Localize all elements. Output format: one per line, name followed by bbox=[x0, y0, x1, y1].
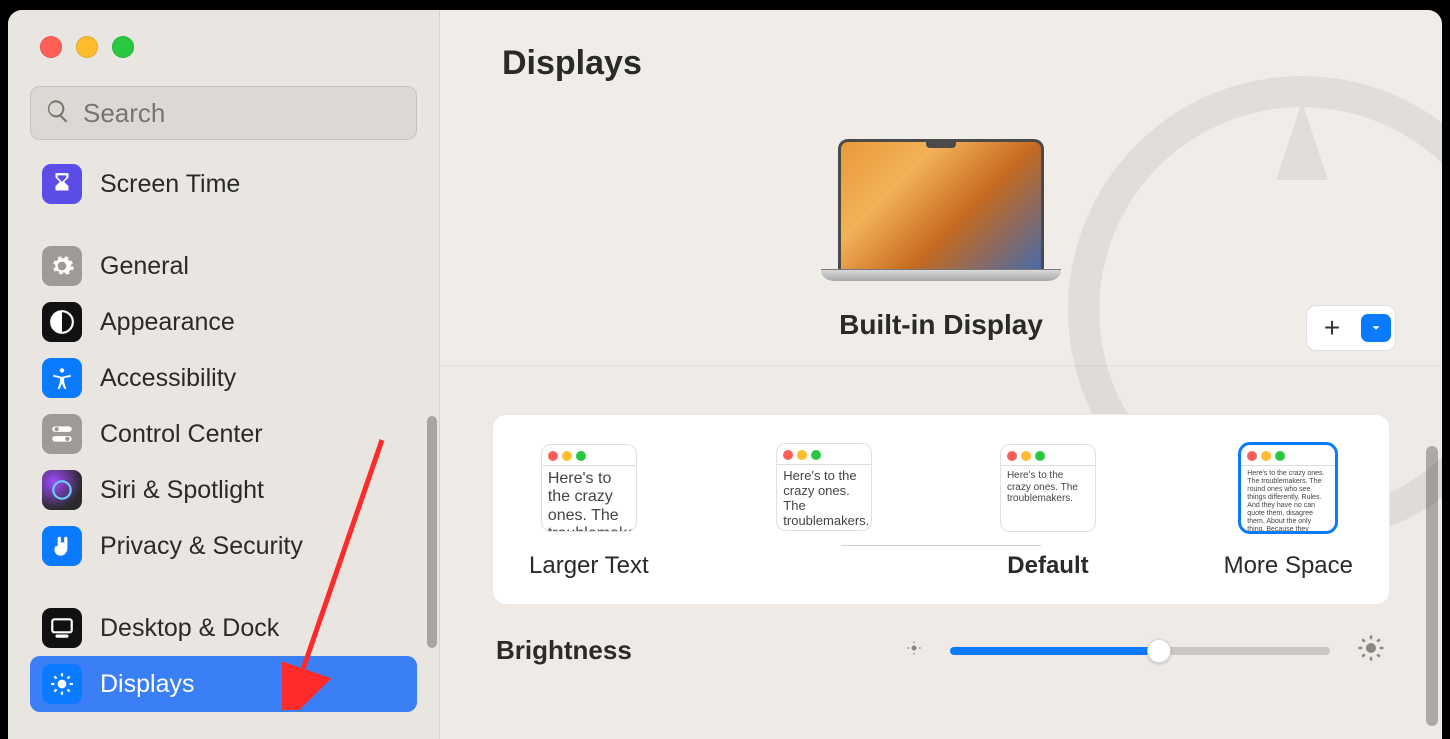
resolution-card: Here's to the crazy ones. The troublemak… bbox=[492, 414, 1390, 605]
add-display-menu[interactable] bbox=[1361, 314, 1391, 342]
resolution-option-2[interactable]: Here's to the crazy ones. The troublemak… bbox=[776, 443, 872, 580]
sidebar-item-label: General bbox=[100, 252, 189, 281]
siri-icon bbox=[42, 470, 82, 510]
resolution-label: More Space bbox=[1224, 552, 1353, 580]
brightness-row: Brightness bbox=[492, 633, 1390, 668]
sidebar-item-label: Desktop & Dock bbox=[100, 614, 279, 643]
page-title: Displays bbox=[440, 10, 1442, 83]
brightness-label: Brightness bbox=[496, 635, 632, 666]
sidebar-item-desktop-dock[interactable]: Desktop & Dock bbox=[30, 600, 417, 656]
display-hero: Built-in Display + bbox=[440, 83, 1442, 365]
display-thumbnail[interactable] bbox=[821, 139, 1061, 281]
close-button[interactable] bbox=[40, 36, 62, 58]
hand-icon bbox=[42, 526, 82, 566]
sidebar-item-label: Displays bbox=[100, 670, 194, 699]
sidebar-item-label: Accessibility bbox=[100, 364, 236, 393]
sidebar-item-displays[interactable]: Displays bbox=[30, 656, 417, 712]
contrast-icon bbox=[42, 302, 82, 342]
sidebar-item-label: Siri & Spotlight bbox=[100, 476, 264, 505]
add-display-button[interactable]: + bbox=[1311, 310, 1353, 346]
resolution-option-default[interactable]: Here's to the crazy ones. The troublemak… bbox=[1000, 444, 1096, 580]
brightness-low-icon bbox=[904, 638, 924, 663]
switches-icon bbox=[42, 414, 82, 454]
display-name: Built-in Display bbox=[839, 309, 1043, 341]
resolution-preview-selected: Here's to the crazy ones. The troublemak… bbox=[1240, 444, 1336, 532]
sidebar-item-label: Appearance bbox=[100, 308, 235, 337]
resolution-label: Larger Text bbox=[529, 552, 649, 580]
accessibility-icon bbox=[42, 358, 82, 398]
sidebar: Screen Time General Appearance Acces bbox=[8, 10, 440, 739]
sidebar-item-label: Privacy & Security bbox=[100, 532, 303, 561]
add-display-controls: + bbox=[1306, 305, 1396, 351]
sidebar-item-control-center[interactable]: Control Center bbox=[30, 406, 417, 462]
sidebar-item-appearance[interactable]: Appearance bbox=[30, 294, 417, 350]
search-icon bbox=[45, 98, 71, 129]
sidebar-item-siri[interactable]: Siri & Spotlight bbox=[30, 462, 417, 518]
resolution-option-larger[interactable]: Here's to the crazy ones. The troublemak… bbox=[529, 444, 649, 580]
search-field[interactable] bbox=[30, 86, 417, 140]
brightness-high-icon bbox=[1356, 633, 1386, 668]
sun-icon bbox=[42, 664, 82, 704]
sidebar-item-privacy[interactable]: Privacy & Security bbox=[30, 518, 417, 574]
resolution-label: Default bbox=[1007, 552, 1088, 580]
sidebar-item-accessibility[interactable]: Accessibility bbox=[30, 350, 417, 406]
sidebar-item-screen-time[interactable]: Screen Time bbox=[30, 156, 417, 212]
sidebar-item-label: Control Center bbox=[100, 420, 263, 449]
sidebar-nav: Screen Time General Appearance Acces bbox=[8, 152, 439, 712]
minimize-button[interactable] bbox=[76, 36, 98, 58]
sidebar-item-label: Screen Time bbox=[100, 170, 240, 199]
settings-lower: Here's to the crazy ones. The troublemak… bbox=[440, 365, 1442, 739]
window-controls bbox=[8, 10, 439, 58]
fullscreen-button[interactable] bbox=[112, 36, 134, 58]
resolution-option-more-space[interactable]: Here's to the crazy ones. The troublemak… bbox=[1224, 444, 1353, 580]
resolution-preview: Here's to the crazy ones. The troublemak… bbox=[541, 444, 637, 532]
chevron-down-icon bbox=[1369, 321, 1383, 335]
search-input[interactable] bbox=[83, 98, 402, 129]
resolution-connector bbox=[841, 545, 1041, 546]
main-scrollbar[interactable] bbox=[1426, 446, 1438, 726]
resolution-preview: Here's to the crazy ones. The troublemak… bbox=[776, 443, 872, 531]
gear-icon bbox=[42, 246, 82, 286]
sidebar-scrollbar[interactable] bbox=[427, 416, 437, 648]
hourglass-icon bbox=[42, 164, 82, 204]
resolution-preview: Here's to the crazy ones. The troublemak… bbox=[1000, 444, 1096, 532]
settings-window: Screen Time General Appearance Acces bbox=[8, 10, 1442, 739]
dock-icon bbox=[42, 608, 82, 648]
sidebar-item-general[interactable]: General bbox=[30, 238, 417, 294]
brightness-slider-thumb[interactable] bbox=[1147, 639, 1171, 663]
brightness-slider[interactable] bbox=[950, 647, 1330, 655]
main-panel: Displays Built-in Display + Here's to th bbox=[440, 10, 1442, 739]
